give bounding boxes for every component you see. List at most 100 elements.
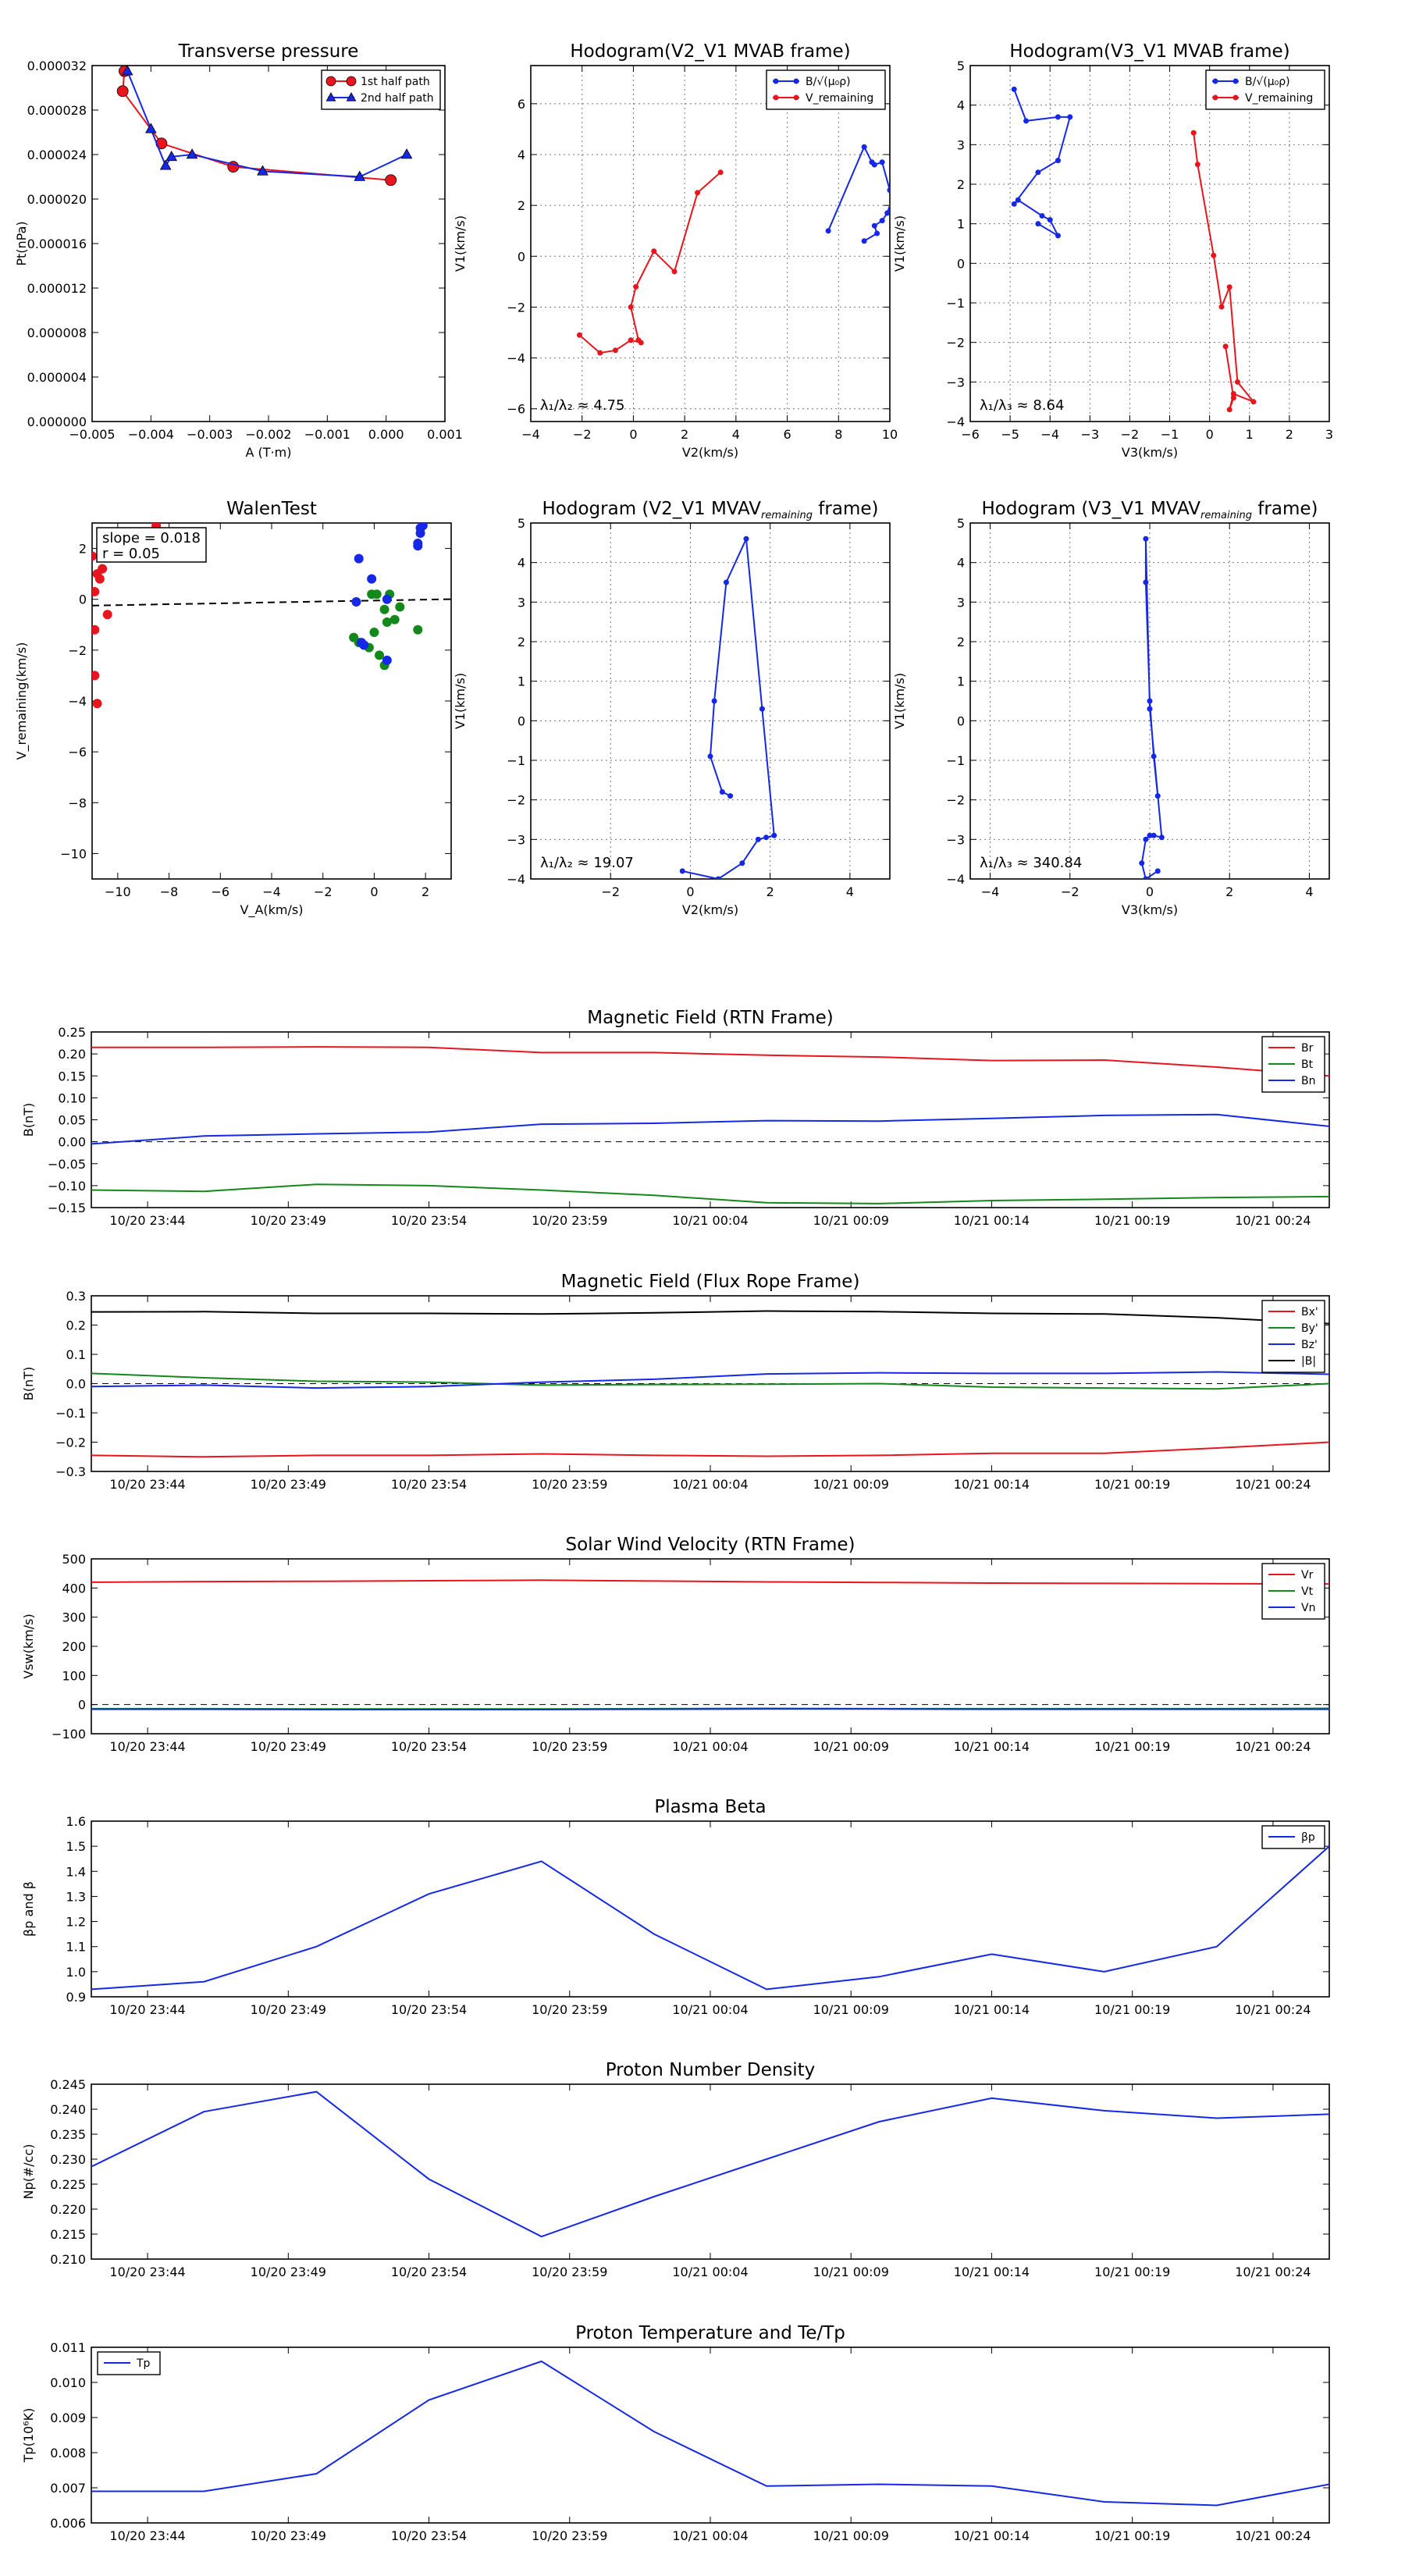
x-tick-label: 10/20 23:54 — [391, 2002, 467, 2017]
data-point — [1147, 698, 1153, 704]
plot-data — [91, 1579, 1329, 1710]
chart-title: Solar Wind Velocity (RTN Frame) — [565, 1535, 855, 1555]
data-point — [861, 144, 867, 150]
x-tick-label: 10/21 00:19 — [1094, 1739, 1170, 1754]
x-tick-label: 10/20 23:44 — [109, 2528, 185, 2543]
x-tick-label: 10/21 00:04 — [672, 1739, 748, 1754]
data-point — [743, 535, 749, 542]
plot-data — [91, 2360, 1329, 2507]
data-point — [1015, 197, 1021, 203]
legend: B/√(μ₀ρ) V_remaining — [766, 69, 886, 110]
x-tick-label: −2 — [601, 884, 620, 899]
y-tick-label: 2 — [957, 635, 965, 649]
x-tick-label: 10/20 23:49 — [251, 1213, 326, 1228]
legend-marker — [793, 94, 799, 101]
x-tick-label: 10/21 00:19 — [1094, 2528, 1170, 2543]
y-tick-label: −0.1 — [55, 1406, 86, 1421]
chart-title: Proton Temperature and Te/Tp — [575, 2323, 845, 2343]
y-tick-label: 1.1 — [66, 1940, 86, 1955]
x-tick-label: 2 — [767, 884, 774, 899]
scatter-point — [92, 551, 97, 561]
y-axis-label: B(nT) — [21, 1367, 36, 1400]
y-tick-label: 0.9 — [66, 1990, 86, 2005]
y-tick-label: 4 — [957, 98, 965, 113]
scatter-point — [367, 574, 377, 584]
x-tick-label: 10/20 23:54 — [391, 2528, 467, 2543]
x-tick-label: 10/21 00:04 — [672, 1213, 748, 1228]
x-tick-label: 10/20 23:44 — [109, 1739, 185, 1754]
x-tick-label: 10/21 00:14 — [954, 2528, 1030, 2543]
x-tick-label: −4 — [262, 884, 281, 899]
y-tick-label: 1 — [957, 674, 965, 689]
data-point — [739, 860, 745, 866]
y-tick-label: 0.225 — [50, 2177, 86, 2192]
y-tick-label: 0.010 — [50, 2375, 86, 2390]
data-point — [628, 304, 634, 310]
data-point — [1055, 114, 1061, 120]
scatter-point — [413, 541, 423, 551]
y-tick-label: 0.000004 — [27, 370, 87, 385]
axes-frame — [530, 65, 891, 422]
y-tick-label: 0.000032 — [27, 59, 87, 73]
data-point — [679, 868, 685, 874]
x-axis-label: V_A(km/s) — [240, 902, 304, 918]
y-tick-label: −0.10 — [48, 1179, 86, 1194]
x-tick-label: 10/20 23:59 — [532, 2528, 607, 2543]
scatter-point — [375, 650, 384, 660]
x-tick-label: 1 — [1246, 427, 1254, 442]
x-tick-label: 10/21 00:04 — [672, 2265, 748, 2279]
y-tick-label: 0 — [518, 249, 525, 264]
data-point — [763, 834, 770, 841]
x-tick-label: 10/21 00:09 — [813, 2002, 889, 2017]
x-tick-label: 2 — [1225, 884, 1233, 899]
y-tick-label: 0.00 — [58, 1135, 86, 1150]
x-tick-label: 0 — [370, 884, 378, 899]
series-line-Vn — [91, 1708, 1329, 1710]
title-subscript: remaining — [761, 510, 813, 521]
y-tick-label: 0.230 — [50, 2152, 86, 2167]
y-tick-label: 1 — [957, 217, 965, 232]
data-point — [576, 332, 582, 338]
legend-label: V_remaining — [1245, 92, 1313, 105]
y-axis-label: Np(#/cc) — [21, 2144, 36, 2200]
legend-label: Bz' — [1301, 1339, 1318, 1351]
x-tick-label: −0.001 — [304, 427, 350, 442]
y-tick-label: 0.011 — [50, 2340, 86, 2355]
legend: Tp — [97, 2351, 161, 2375]
eigen-ratio-label: λ₁/λ₂ ≈ 4.75 — [540, 397, 624, 414]
x-tick-label: 10/20 23:59 — [532, 2002, 607, 2017]
chart-title: Magnetic Field (RTN Frame) — [587, 1008, 834, 1028]
x-tick-label: 4 — [846, 884, 854, 899]
data-point — [715, 876, 721, 879]
y-tick-label: 400 — [62, 1581, 86, 1596]
data-point — [871, 162, 877, 168]
scatter-point — [349, 632, 359, 642]
scatter-point — [92, 671, 100, 681]
data-point — [1055, 158, 1061, 164]
y-axis-label: V1(km/s) — [892, 673, 907, 729]
legend-label: Bn — [1301, 1075, 1315, 1087]
scatter-point — [92, 624, 100, 635]
axes-frame — [530, 522, 891, 880]
y-tick-label: 0.1 — [66, 1347, 86, 1362]
scatter-point — [395, 602, 405, 612]
x-tick-label: 10/21 00:14 — [954, 1739, 1030, 1754]
title-subscript: remaining — [1200, 510, 1252, 521]
data-point — [711, 698, 717, 704]
plot-data — [91, 1046, 1329, 1204]
y-tick-label: −0.3 — [55, 1464, 86, 1479]
data-point — [861, 238, 867, 244]
scatter-point — [372, 589, 382, 600]
x-tick-label: 10 — [882, 427, 898, 442]
data-point — [1023, 118, 1030, 124]
x-tick-label: 10/20 23:49 — [251, 2002, 326, 2017]
x-tick-label: 10/21 00:04 — [672, 2002, 748, 2017]
series-line-Bn — [91, 1113, 1329, 1145]
panel-walen-test: −10 −8 −6 −4 −2 0 2 −10 −8 −6 −4 −2 0 2 WalenTest V_A(k… — [14, 499, 452, 918]
legend-marker — [793, 78, 799, 84]
legend-marker — [1232, 94, 1239, 101]
scatter-point — [382, 617, 392, 628]
x-tick-label: −6 — [211, 884, 229, 899]
series-line-Vremaining — [1193, 132, 1257, 411]
data-point — [635, 337, 642, 343]
